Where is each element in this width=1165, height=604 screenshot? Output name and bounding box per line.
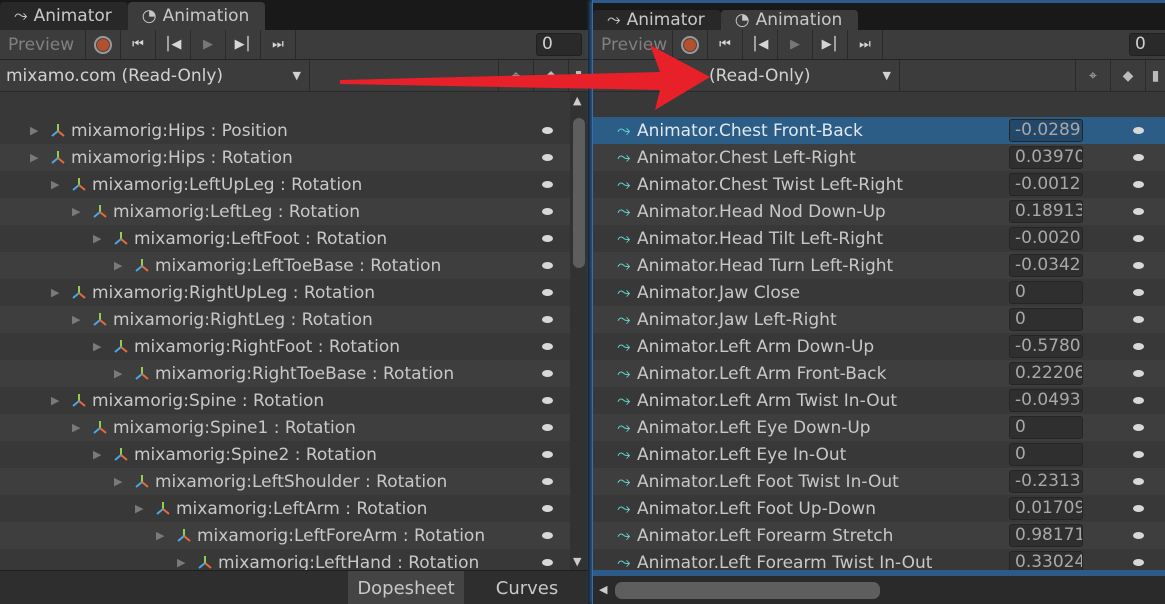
red-arrow-icon [340,45,710,110]
annotation-arrow [340,45,710,110]
